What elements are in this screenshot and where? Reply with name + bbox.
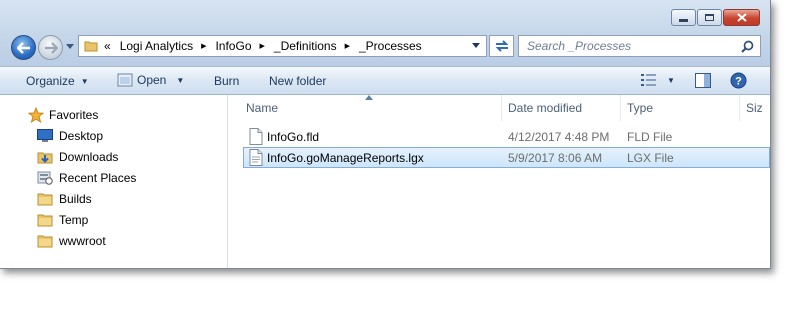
sidebar-item-label: wwwroot <box>59 234 106 248</box>
sidebar-item-label: Temp <box>59 213 89 227</box>
refresh-button[interactable] <box>489 35 514 57</box>
file-icon <box>249 128 263 145</box>
search-icon[interactable] <box>741 40 754 53</box>
new-folder-label: New folder <box>269 74 327 88</box>
burn-button[interactable]: Burn <box>214 74 239 88</box>
help-button[interactable]: ? <box>730 72 747 89</box>
desktop-icon <box>37 128 53 144</box>
recent-pages-dropdown-icon[interactable] <box>66 44 74 49</box>
downloads-icon <box>37 149 53 165</box>
breadcrumb-arrow-icon[interactable]: ▶ <box>201 42 206 50</box>
address-bar[interactable]: « Logi Analytics ▶ InfoGo ▶ _Definitions ▶ … <box>78 35 487 57</box>
window-frame: « Logi Analytics ▶ InfoGo ▶ _Definitions ▶ … <box>0 0 770 66</box>
caption-buttons <box>671 9 760 26</box>
view-list-icon <box>641 73 657 87</box>
organize-button[interactable]: Organize ▼ <box>26 74 89 88</box>
file-list: Name Date modified Type Siz InfoGo.fld 4… <box>228 95 770 268</box>
file-icon <box>249 149 263 166</box>
open-button[interactable]: Open ▼ <box>117 72 184 88</box>
sidebar-item-label: Builds <box>59 192 92 206</box>
search-box[interactable] <box>518 35 761 57</box>
forward-arrow-icon <box>44 41 58 54</box>
file-type: FLD File <box>627 129 673 144</box>
breadcrumb-overflow[interactable]: « <box>104 39 111 53</box>
close-button[interactable] <box>723 9 760 26</box>
file-name: InfoGo.fld <box>267 129 320 144</box>
file-row-selected[interactable]: InfoGo.goManageReports.lgx 5/9/2017 8:06… <box>243 147 770 168</box>
back-button[interactable] <box>11 35 36 60</box>
explorer-window: « Logi Analytics ▶ InfoGo ▶ _Definitions ▶ … <box>0 0 771 269</box>
open-icon <box>117 72 133 88</box>
folder-icon <box>37 212 53 228</box>
address-folder-icon <box>84 39 98 53</box>
organize-dropdown-icon: ▼ <box>80 76 89 86</box>
minimize-icon <box>679 19 688 22</box>
help-icon: ? <box>730 72 747 89</box>
open-label: Open <box>137 73 167 87</box>
file-type: LGX File <box>627 150 674 165</box>
column-header-type[interactable]: Type <box>621 95 740 121</box>
column-size-label: Siz <box>746 101 763 115</box>
sidebar-item-label: Recent Places <box>59 171 137 185</box>
column-header-name[interactable]: Name <box>240 95 502 121</box>
breadcrumb-processes[interactable]: _Processes <box>359 39 422 53</box>
organize-label: Organize <box>26 74 75 88</box>
minimize-button[interactable] <box>671 9 696 26</box>
file-date: 4/12/2017 4:48 PM <box>508 129 610 144</box>
new-folder-button[interactable]: New folder <box>269 74 326 88</box>
breadcrumb: Logi Analytics ▶ InfoGo ▶ _Definitions ▶ _P… <box>120 39 422 53</box>
column-name-label: Name <box>246 101 279 115</box>
burn-label: Burn <box>214 74 240 88</box>
sidebar-item-label: Desktop <box>59 129 104 143</box>
favorites-header[interactable]: Favorites <box>28 105 254 125</box>
command-bar: Organize ▼ Open ▼ Burn New folder ▼ ? <box>0 66 770 95</box>
refresh-icon <box>495 40 508 52</box>
sidebar-item-label: Downloads <box>59 150 119 164</box>
breadcrumb-definitions[interactable]: _Definitions <box>274 39 337 53</box>
address-dropdown-icon[interactable] <box>472 43 480 48</box>
breadcrumb-arrow-icon[interactable]: ▶ <box>260 42 265 50</box>
open-dropdown-icon: ▼ <box>176 75 185 85</box>
column-header-date-modified[interactable]: Date modified <box>502 95 621 121</box>
file-date: 5/9/2017 8:06 AM <box>508 150 603 165</box>
preview-pane-icon <box>695 73 711 88</box>
back-arrow-icon <box>16 41 30 54</box>
folder-icon <box>37 233 53 249</box>
svg-text:?: ? <box>735 76 742 88</box>
change-view-button[interactable]: ▼ <box>641 73 675 87</box>
breadcrumb-logi-analytics[interactable]: Logi Analytics <box>120 39 193 53</box>
close-icon <box>736 13 747 22</box>
file-row[interactable]: InfoGo.fld 4/12/2017 4:48 PM FLD File <box>243 126 770 147</box>
breadcrumb-infogo[interactable]: InfoGo <box>215 39 251 53</box>
forward-button[interactable] <box>38 35 63 60</box>
column-date-label: Date modified <box>508 101 583 115</box>
star-icon <box>28 107 44 123</box>
breadcrumb-arrow-icon[interactable]: ▶ <box>345 42 350 50</box>
navigation-pane: Favorites Desktop Downloads Recent Place… <box>0 95 228 268</box>
maximize-button[interactable] <box>697 9 722 26</box>
preview-pane-button[interactable] <box>695 73 711 88</box>
favorites-label: Favorites <box>49 108 99 122</box>
column-header-size[interactable]: Siz <box>740 95 770 121</box>
folder-icon <box>37 191 53 207</box>
column-type-label: Type <box>627 101 654 115</box>
view-dropdown-icon: ▼ <box>667 75 675 85</box>
maximize-icon <box>705 14 714 21</box>
recent-places-icon <box>37 170 53 186</box>
search-input[interactable] <box>527 39 732 53</box>
file-name: InfoGo.goManageReports.lgx <box>267 150 424 165</box>
